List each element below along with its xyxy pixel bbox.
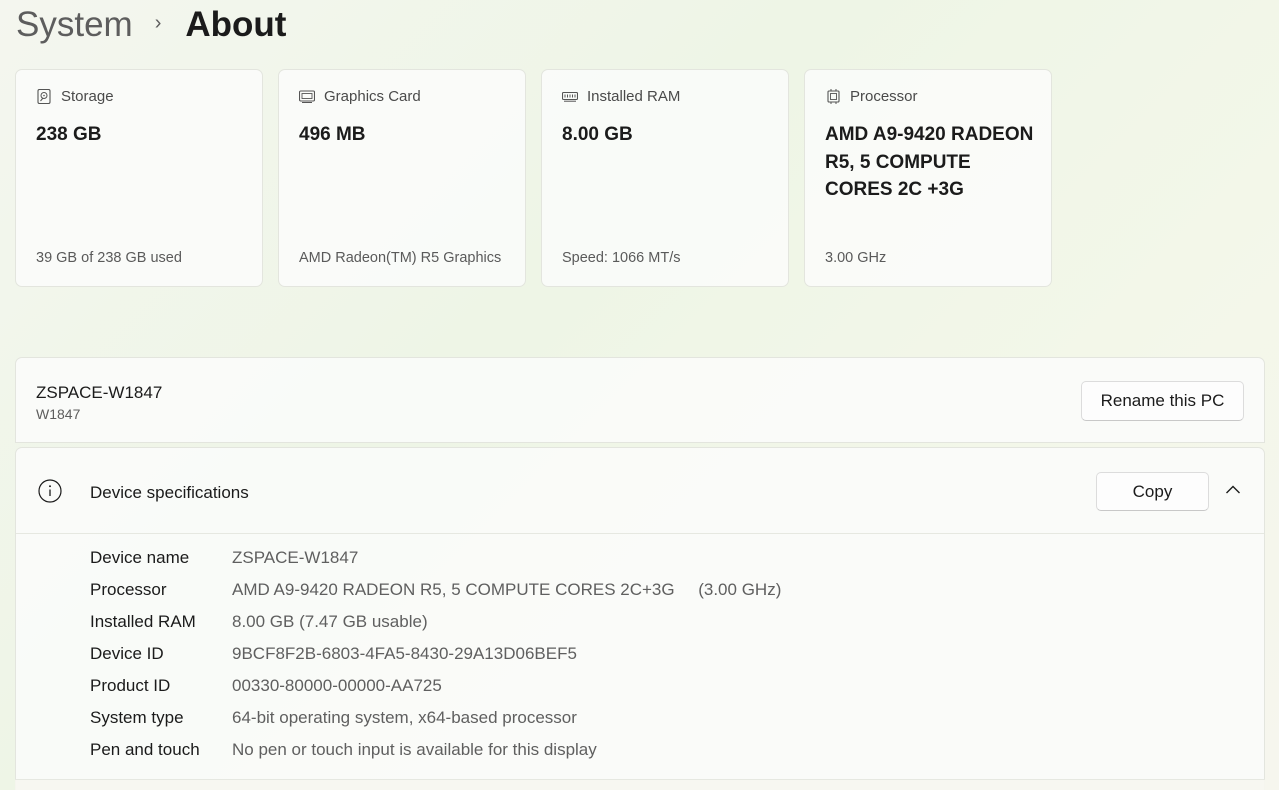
installed-ram-card: Installed RAM 8.00 GB Speed: 1066 MT/s: [541, 69, 789, 287]
pc-name-panel: ZSPACE-W1847 W1847 Rename this PC: [15, 357, 1265, 443]
spec-value[interactable]: 8.00 GB (7.47 GB usable): [232, 610, 428, 642]
processor-card: Processor AMD A9-9420 RADEON R5, 5 COMPU…: [804, 69, 1052, 287]
next-section-edge: [15, 779, 1265, 790]
spec-label: Device name: [90, 548, 190, 567]
card-header: Installed RAM: [562, 88, 680, 105]
device-specifications-header[interactable]: Device specifications Copy: [16, 448, 1264, 534]
card-value: AMD A9-9420 RADEON R5, 5 COMPUTE CORES 2…: [825, 124, 1034, 200]
spec-label: Product ID: [90, 676, 171, 695]
breadcrumb: System › About: [16, 2, 286, 48]
card-detail: 39 GB of 238 GB used: [36, 250, 182, 266]
card-title: Graphics Card: [324, 88, 421, 105]
spec-row: Processor AMD A9-9420 RADEON R5, 5 COMPUT…: [90, 578, 781, 610]
ram-icon: [562, 89, 578, 105]
info-icon: [38, 479, 62, 503]
breadcrumb-separator: ›: [154, 11, 162, 34]
spec-row: Pen and touch No pen or touch input is av…: [90, 738, 781, 770]
storage-icon: [36, 89, 52, 105]
device-specifications-panel: Device specifications Copy Device name ZS…: [15, 447, 1265, 790]
graphics-card-card: Graphics Card 496 MB AMD Radeon(TM) R5 G…: [278, 69, 526, 287]
copy-button[interactable]: Copy: [1096, 472, 1209, 511]
card-header: Storage: [36, 88, 114, 105]
spec-value[interactable]: AMD A9-9420 RADEON R5, 5 COMPUTE CORES 2…: [232, 578, 781, 610]
spec-value[interactable]: 00330-80000-00000-AA725: [232, 674, 442, 706]
rename-pc-button[interactable]: Rename this PC: [1081, 381, 1244, 421]
card-title: Storage: [61, 88, 114, 105]
spec-label: System type: [90, 708, 184, 727]
spec-label: Installed RAM: [90, 612, 196, 631]
spec-label: Device ID: [90, 644, 164, 663]
graphics-card-icon: [299, 89, 315, 105]
card-value: 8.00 GB: [562, 124, 633, 145]
spec-label: Processor: [90, 580, 167, 599]
spec-list: Device name ZSPACE-W1847 Processor AMD A9-9…: [90, 546, 781, 770]
spec-value[interactable]: 64-bit operating system, x64-based proce…: [232, 706, 577, 738]
page-title: About: [185, 5, 287, 44]
card-header: Graphics Card: [299, 88, 421, 105]
storage-card: Storage 238 GB 39 GB of 238 GB used: [15, 69, 263, 287]
pc-name: ZSPACE-W1847: [36, 383, 163, 402]
spec-value[interactable]: 9BCF8F2B-6803-4FA5-8430-29A13D06BEF5: [232, 642, 577, 674]
card-detail: AMD Radeon(TM) R5 Graphics: [299, 250, 502, 266]
spec-row: Product ID 00330-80000-00000-AA725: [90, 674, 781, 706]
spec-row: System type 64-bit operating system, x64-…: [90, 706, 781, 738]
spec-value[interactable]: No pen or touch input is available for t…: [232, 738, 597, 770]
card-value: 238 GB: [36, 124, 102, 145]
card-header: Processor: [825, 88, 918, 105]
spec-value[interactable]: ZSPACE-W1847: [232, 546, 358, 578]
hardware-summary-cards: Storage 238 GB 39 GB of 238 GB used Grap…: [15, 69, 1052, 287]
device-specifications-title: Device specifications: [90, 483, 249, 502]
spec-row: Device name ZSPACE-W1847: [90, 546, 781, 578]
spec-label: Pen and touch: [90, 740, 200, 759]
pc-subtitle: W1847: [36, 406, 81, 422]
breadcrumb-system[interactable]: System: [16, 5, 133, 45]
chevron-up-icon[interactable]: [1223, 482, 1243, 498]
processor-icon: [825, 89, 841, 105]
card-title: Installed RAM: [587, 88, 681, 105]
spec-row: Installed RAM 8.00 GB (7.47 GB usable): [90, 610, 781, 642]
card-title: Processor: [850, 88, 918, 105]
card-detail: Speed: 1066 MT/s: [562, 250, 681, 266]
card-value: 496 MB: [299, 124, 366, 145]
card-detail: 3.00 GHz: [825, 250, 887, 266]
spec-row: Device ID 9BCF8F2B-6803-4FA5-8430-29A13D0…: [90, 642, 781, 674]
